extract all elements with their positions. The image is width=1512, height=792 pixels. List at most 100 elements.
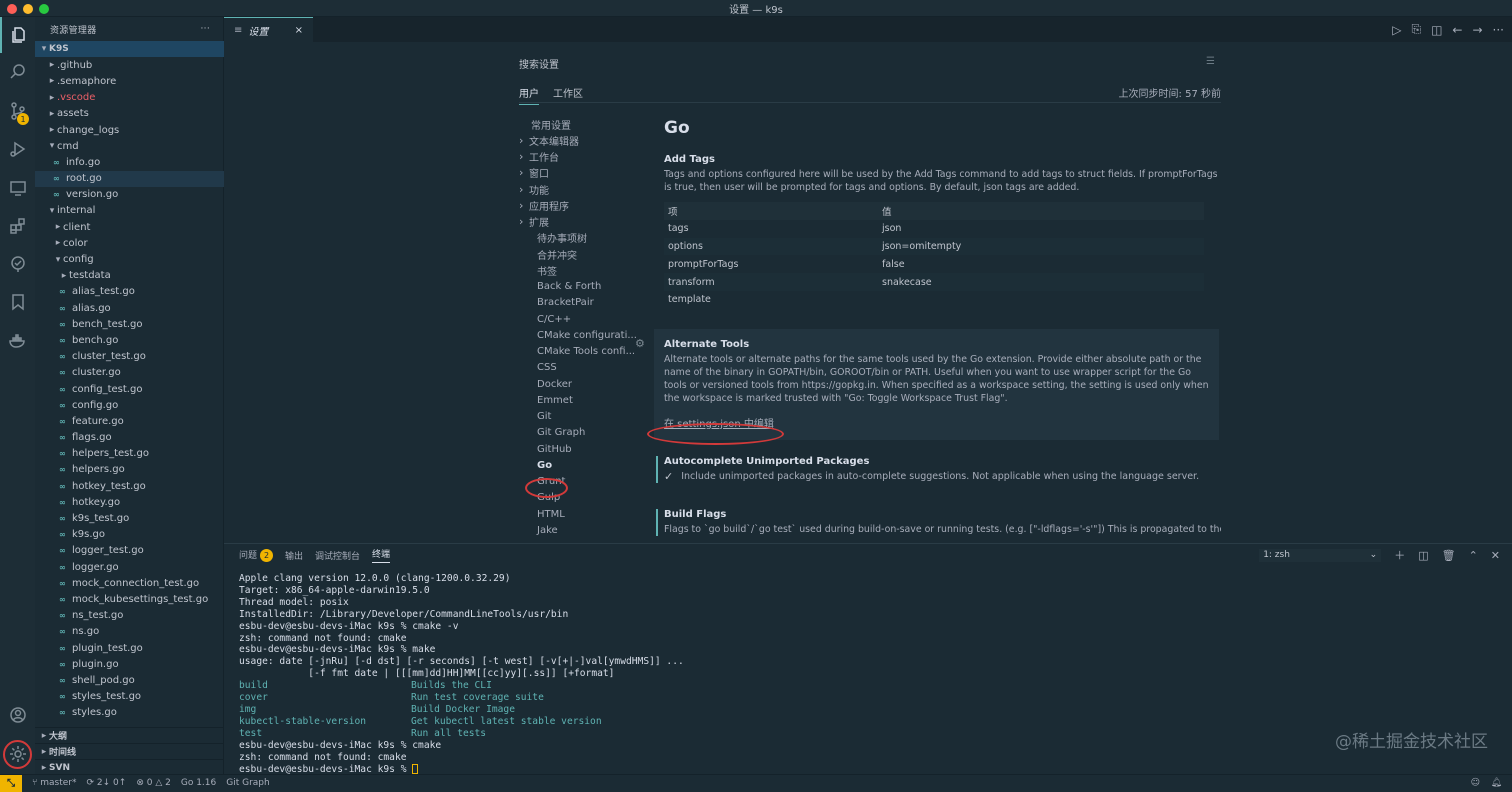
toc-item[interactable]: › 功能	[519, 181, 644, 197]
tree-item[interactable]: ∞ plugin.go	[35, 656, 224, 672]
tree-item[interactable]: ∞ bench.go	[35, 332, 224, 348]
tree-item[interactable]: ∞ styles_test.go	[35, 689, 224, 705]
tab-terminal[interactable]: 终端	[372, 547, 391, 563]
maximize-panel-icon[interactable]: ⌃	[1469, 549, 1478, 562]
toc-item[interactable]: 合并冲突	[519, 246, 644, 262]
toc-item[interactable]: Docker	[519, 376, 644, 392]
tree-item[interactable]: ∞ bench_test.go	[35, 316, 224, 332]
setting-gear-icon[interactable]: ⚙	[635, 337, 645, 350]
tree-item[interactable]: ∞ hotkey.go	[35, 494, 224, 510]
settings-search-input[interactable]: 搜索设置	[519, 56, 559, 71]
manage-activity[interactable]	[0, 736, 35, 772]
run-icon[interactable]: ▷	[1392, 23, 1401, 37]
table-row[interactable]: template	[664, 291, 1204, 309]
tree-item[interactable]: ▸ .github	[35, 57, 224, 73]
toc-item[interactable]: Go	[519, 457, 644, 473]
git-graph-status[interactable]: Git Graph	[226, 778, 269, 788]
go-version[interactable]: Go 1.16	[181, 778, 216, 788]
run-debug-activity[interactable]	[0, 131, 35, 167]
more-actions-icon[interactable]: ···	[1493, 23, 1504, 37]
more-actions-icon[interactable]: ···	[201, 24, 210, 34]
close-window-button[interactable]	[7, 4, 17, 14]
new-terminal-icon[interactable]: ＋	[1394, 547, 1405, 563]
tree-item[interactable]: ∞ root.go	[35, 170, 224, 187]
toc-item[interactable]: C/C++	[519, 311, 644, 327]
tree-item[interactable]: ∞ logger.go	[35, 559, 224, 575]
remote-indicator-icon[interactable]: ⤡	[0, 774, 22, 792]
toc-item[interactable]: 常用设置	[519, 116, 644, 132]
filter-icon[interactable]: ☰	[1206, 56, 1215, 67]
trash-icon[interactable]: 🗑	[1442, 549, 1456, 562]
tree-item[interactable]: ∞ cluster_test.go	[35, 349, 224, 365]
accounts-activity[interactable]	[0, 697, 35, 733]
tab-close-icon[interactable]: ×	[295, 25, 303, 36]
tree-item[interactable]: ▾ internal	[35, 203, 224, 219]
toc-item[interactable]: CSS	[519, 360, 644, 376]
testing-activity[interactable]	[0, 246, 35, 282]
tree-item[interactable]: ▾ config	[35, 251, 224, 267]
problems-status[interactable]: ⊗ 0 △ 2	[136, 778, 171, 788]
tree-item[interactable]: ∞ mock_connection_test.go	[35, 575, 224, 591]
bookmarks-activity[interactable]	[0, 284, 35, 320]
tree-item[interactable]: ▸ change_logs	[35, 122, 224, 138]
table-row[interactable]: transform snakecase	[664, 273, 1204, 291]
toc-item[interactable]: CMake configurati...	[519, 327, 644, 343]
toc-item[interactable]: › 文本编辑器	[519, 132, 644, 148]
tree-item[interactable]: ∞ ns.go	[35, 624, 224, 640]
toc-item[interactable]: › 窗口	[519, 165, 644, 181]
tree-item[interactable]: ∞ hotkey_test.go	[35, 478, 224, 494]
sync-status-item[interactable]: ⟳ 2↓ 0↑	[87, 778, 127, 788]
toc-item[interactable]: HTML	[519, 506, 644, 522]
go-back-icon[interactable]: ←	[1452, 23, 1462, 37]
toc-item[interactable]: GitHub	[519, 441, 644, 457]
tree-item[interactable]: ∞ mock_kubesettings_test.go	[35, 591, 224, 607]
table-row[interactable]: tags json	[664, 220, 1204, 238]
sidebar-section[interactable]: ▸ 大纲	[35, 727, 224, 743]
tree-item[interactable]: ∞ shell_pod.go	[35, 672, 224, 688]
tab-settings[interactable]: ≡ 设置 ×	[224, 17, 313, 42]
source-control-activity[interactable]: 1	[0, 93, 35, 129]
tree-item[interactable]: ∞ k9s.go	[35, 527, 224, 543]
sidebar-section[interactable]: ▸ 时间线	[35, 743, 224, 759]
tree-item[interactable]: ∞ feature.go	[35, 413, 224, 429]
notifications-icon[interactable]: 🔔︎	[1491, 778, 1502, 788]
tree-item[interactable]: ▾ cmd	[35, 138, 224, 154]
tab-output[interactable]: 输出	[285, 549, 303, 562]
tree-item[interactable]: ∞ version.go	[35, 187, 224, 203]
terminal-select[interactable]: 1: zsh ⌄	[1259, 548, 1382, 562]
go-forward-icon[interactable]: →	[1472, 23, 1482, 37]
checkmark-icon[interactable]: ✓	[664, 470, 673, 483]
docker-activity[interactable]	[0, 323, 35, 359]
toc-item[interactable]: Git Graph	[519, 425, 644, 441]
tree-item[interactable]: ∞ ns_test.go	[35, 608, 224, 624]
tree-item[interactable]: ∞ config_test.go	[35, 381, 224, 397]
feedback-icon[interactable]: ☺	[1471, 778, 1480, 788]
split-editor-icon[interactable]: ◫	[1431, 23, 1442, 37]
extensions-activity[interactable]	[0, 208, 35, 244]
tree-item[interactable]: ∞ alias.go	[35, 300, 224, 316]
tree-item[interactable]: ∞ info.go	[35, 154, 224, 170]
tree-item[interactable]: ▸ color	[35, 235, 224, 251]
branch-status[interactable]: ⑂ master*	[32, 778, 77, 788]
open-settings-json-icon[interactable]: ⎘	[1411, 22, 1421, 37]
toc-item[interactable]: BracketPair	[519, 295, 644, 311]
tree-item[interactable]: ∞ helpers_test.go	[35, 446, 224, 462]
tree-item[interactable]: ∞ k9s_test.go	[35, 510, 224, 526]
explorer-root[interactable]: ▾ K9S	[35, 41, 224, 58]
tree-item[interactable]: ▸ .semaphore	[35, 73, 224, 89]
toc-item[interactable]: › 扩展	[519, 214, 644, 230]
tree-item[interactable]: ∞ cluster.go	[35, 365, 224, 381]
explorer-activity[interactable]	[0, 17, 35, 53]
tree-item[interactable]: ▸ assets	[35, 106, 224, 122]
tree-item[interactable]: ∞ styles.go	[35, 705, 224, 721]
toc-item[interactable]: 待办事项树	[519, 230, 644, 246]
toc-item[interactable]: › 应用程序	[519, 197, 644, 213]
tree-item[interactable]: ∞ helpers.go	[35, 462, 224, 478]
toc-item[interactable]: Emmet	[519, 392, 644, 408]
terminal-output[interactable]: Apple clang version 12.0.0 (clang-1200.0…	[239, 573, 684, 775]
minimize-window-button[interactable]	[23, 4, 33, 14]
tab-problems[interactable]: 问题 2	[239, 548, 274, 562]
tree-item[interactable]: ∞ flags.go	[35, 430, 224, 446]
toc-item[interactable]: Git	[519, 409, 644, 425]
split-terminal-icon[interactable]: ◫	[1418, 549, 1428, 562]
